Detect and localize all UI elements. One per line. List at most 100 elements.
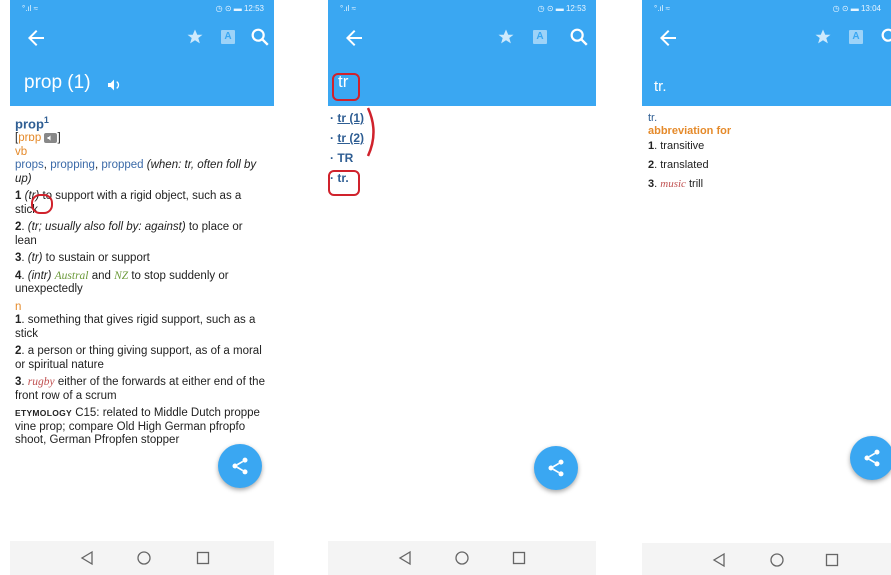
definition-number: 1 xyxy=(15,314,22,327)
nav-back-icon[interactable] xyxy=(80,550,94,566)
definition-item: 3. rugby either of the forwards at eithe… xyxy=(15,376,265,402)
nav-recents-icon[interactable] xyxy=(512,550,526,566)
share-icon xyxy=(864,449,880,467)
nav-back-icon[interactable] xyxy=(712,552,726,568)
definition-text: translated xyxy=(660,159,709,171)
font-size-icon[interactable]: A xyxy=(221,30,235,44)
definition-text: trill xyxy=(685,178,704,190)
back-arrow-icon[interactable] xyxy=(656,26,680,50)
signal-icon: °.ıl ≈ xyxy=(340,4,357,13)
definition-text: to sustain or support xyxy=(42,252,150,265)
definition-number: 4 xyxy=(15,269,22,282)
verb-form-link[interactable]: propped xyxy=(101,159,143,171)
definition-text: transitive xyxy=(660,140,705,152)
page-title: prop (1) xyxy=(24,72,91,93)
definition-item: 2. (tr; usually also foll by: against) t… xyxy=(15,221,243,247)
definition-number: 2 xyxy=(648,159,655,171)
highlight-marker xyxy=(31,194,53,214)
share-button[interactable] xyxy=(534,446,578,490)
etymology: ETYMOLOGY C15: related to Middle Dutch p… xyxy=(15,407,266,448)
region-label: Austral xyxy=(54,269,89,282)
definition-item: 4. (intr) Austral and NZ to stop suddenl… xyxy=(15,269,229,296)
list-item[interactable]: · tr (2) xyxy=(330,128,364,148)
definition-item: 1. transitive xyxy=(648,140,705,152)
grammar-label: (tr; usually also foll by: against) xyxy=(27,221,186,234)
nav-back-icon[interactable] xyxy=(398,550,412,566)
list-item[interactable]: · TR xyxy=(330,148,364,168)
nav-home-icon[interactable] xyxy=(769,552,785,568)
status-bar: °.ıl ≈ ◷ ⊙ ▬ 12:53 xyxy=(22,4,264,16)
phone-screen-tr: °.ıl ≈ ◷ ⊙ ▬ 13:04 A tr. tr. abbreviatio… xyxy=(642,0,891,575)
definition-number: 1 xyxy=(648,140,655,152)
pos-noun: n xyxy=(15,300,22,313)
separator: , xyxy=(43,159,47,172)
field-label: music xyxy=(660,178,686,190)
definition-item: 2. a person or thing giving support, as … xyxy=(15,345,262,371)
favorite-star-icon[interactable] xyxy=(186,28,204,46)
app-bar: °.ıl ≈ ◷ ⊙ ▬ 12:53 A tr xyxy=(328,0,596,106)
separator: , xyxy=(94,159,99,172)
definition-number: 3 xyxy=(15,252,22,265)
entry-content: prop 1 [prɒp ] vb props, propping, proppe… xyxy=(15,112,266,448)
audio-icon[interactable] xyxy=(44,133,58,144)
share-button[interactable] xyxy=(218,444,262,488)
definition-number: 3 xyxy=(648,178,655,190)
status-clock: ◷ ⊙ ▬ 12:53 xyxy=(215,4,264,13)
entry-content: tr. abbreviation for 1. transitive 2. tr… xyxy=(648,112,885,195)
share-icon xyxy=(232,457,248,475)
definition-text: something that gives rigid support, such… xyxy=(15,314,256,340)
speaker-icon[interactable] xyxy=(106,77,122,93)
search-icon[interactable] xyxy=(568,26,590,48)
search-icon[interactable] xyxy=(249,26,271,48)
system-nav-bar xyxy=(642,543,891,575)
definition-item: 2. translated xyxy=(648,159,709,171)
status-bar: °.ıl ≈ ◷ ⊙ ▬ 12:53 xyxy=(340,4,586,16)
definition-number: 2 xyxy=(15,345,22,358)
definition-number: 1 xyxy=(15,190,22,203)
pos-verb: vb xyxy=(15,145,28,158)
page-title: tr. xyxy=(654,78,667,95)
bracket-marker xyxy=(366,107,375,157)
headword-text: prop xyxy=(15,116,44,132)
headword: tr. xyxy=(648,112,658,124)
system-nav-bar xyxy=(10,541,274,575)
nav-recents-icon[interactable] xyxy=(825,552,839,568)
conjunction: and xyxy=(88,269,115,282)
font-size-icon[interactable]: A xyxy=(849,30,863,44)
verb-form-link[interactable]: props xyxy=(15,159,44,171)
bracket-close: ] xyxy=(57,132,61,145)
phone-screen-prop: °.ıl ≈ ◷ ⊙ ▬ 12:53 A prop (1) prop 1 [prɒ… xyxy=(10,0,274,575)
back-arrow-icon[interactable] xyxy=(24,26,48,50)
result-label: tr (1) xyxy=(337,111,365,125)
font-size-icon[interactable]: A xyxy=(533,30,547,44)
signal-icon: °.ıl ≈ xyxy=(22,4,39,13)
highlight-marker xyxy=(332,73,360,101)
list-item[interactable]: · tr (1) xyxy=(330,108,364,128)
status-clock: ◷ ⊙ ▬ 12:53 xyxy=(537,4,586,13)
back-arrow-icon[interactable] xyxy=(342,26,366,50)
nav-home-icon[interactable] xyxy=(136,550,152,566)
status-bar: °.ıl ≈ ◷ ⊙ ▬ 13:04 xyxy=(654,4,881,16)
etymology-label: ETYMOLOGY xyxy=(15,408,73,419)
definition-item: 3. (tr) to sustain or support xyxy=(15,252,150,265)
phone-screen-search: °.ıl ≈ ◷ ⊙ ▬ 12:53 A tr · tr (1) · tr (2… xyxy=(328,0,596,575)
app-bar: °.ıl ≈ ◷ ⊙ ▬ 12:53 A prop (1) xyxy=(10,0,274,106)
pronunciation: [prɒp ] xyxy=(15,132,266,146)
share-button[interactable] xyxy=(850,436,891,480)
highlight-marker xyxy=(328,170,360,196)
definition-text: a person or thing giving support, as of … xyxy=(15,345,262,371)
definition-number: 2 xyxy=(15,221,22,234)
verb-forms: props, propping, propped (when: tr, ofte… xyxy=(15,159,266,186)
verb-form-link[interactable]: propping xyxy=(50,159,95,171)
app-bar: °.ıl ≈ ◷ ⊙ ▬ 13:04 A tr. xyxy=(642,0,891,106)
system-nav-bar xyxy=(328,541,596,575)
grammar-label: (tr) xyxy=(27,252,43,265)
favorite-star-icon[interactable] xyxy=(497,28,515,46)
nav-home-icon[interactable] xyxy=(454,550,470,566)
search-icon[interactable] xyxy=(879,26,891,48)
signal-icon: °.ıl ≈ xyxy=(654,4,671,13)
definition-number: 3 xyxy=(15,376,22,389)
nav-recents-icon[interactable] xyxy=(196,550,210,566)
share-icon xyxy=(548,459,564,477)
favorite-star-icon[interactable] xyxy=(814,28,832,46)
